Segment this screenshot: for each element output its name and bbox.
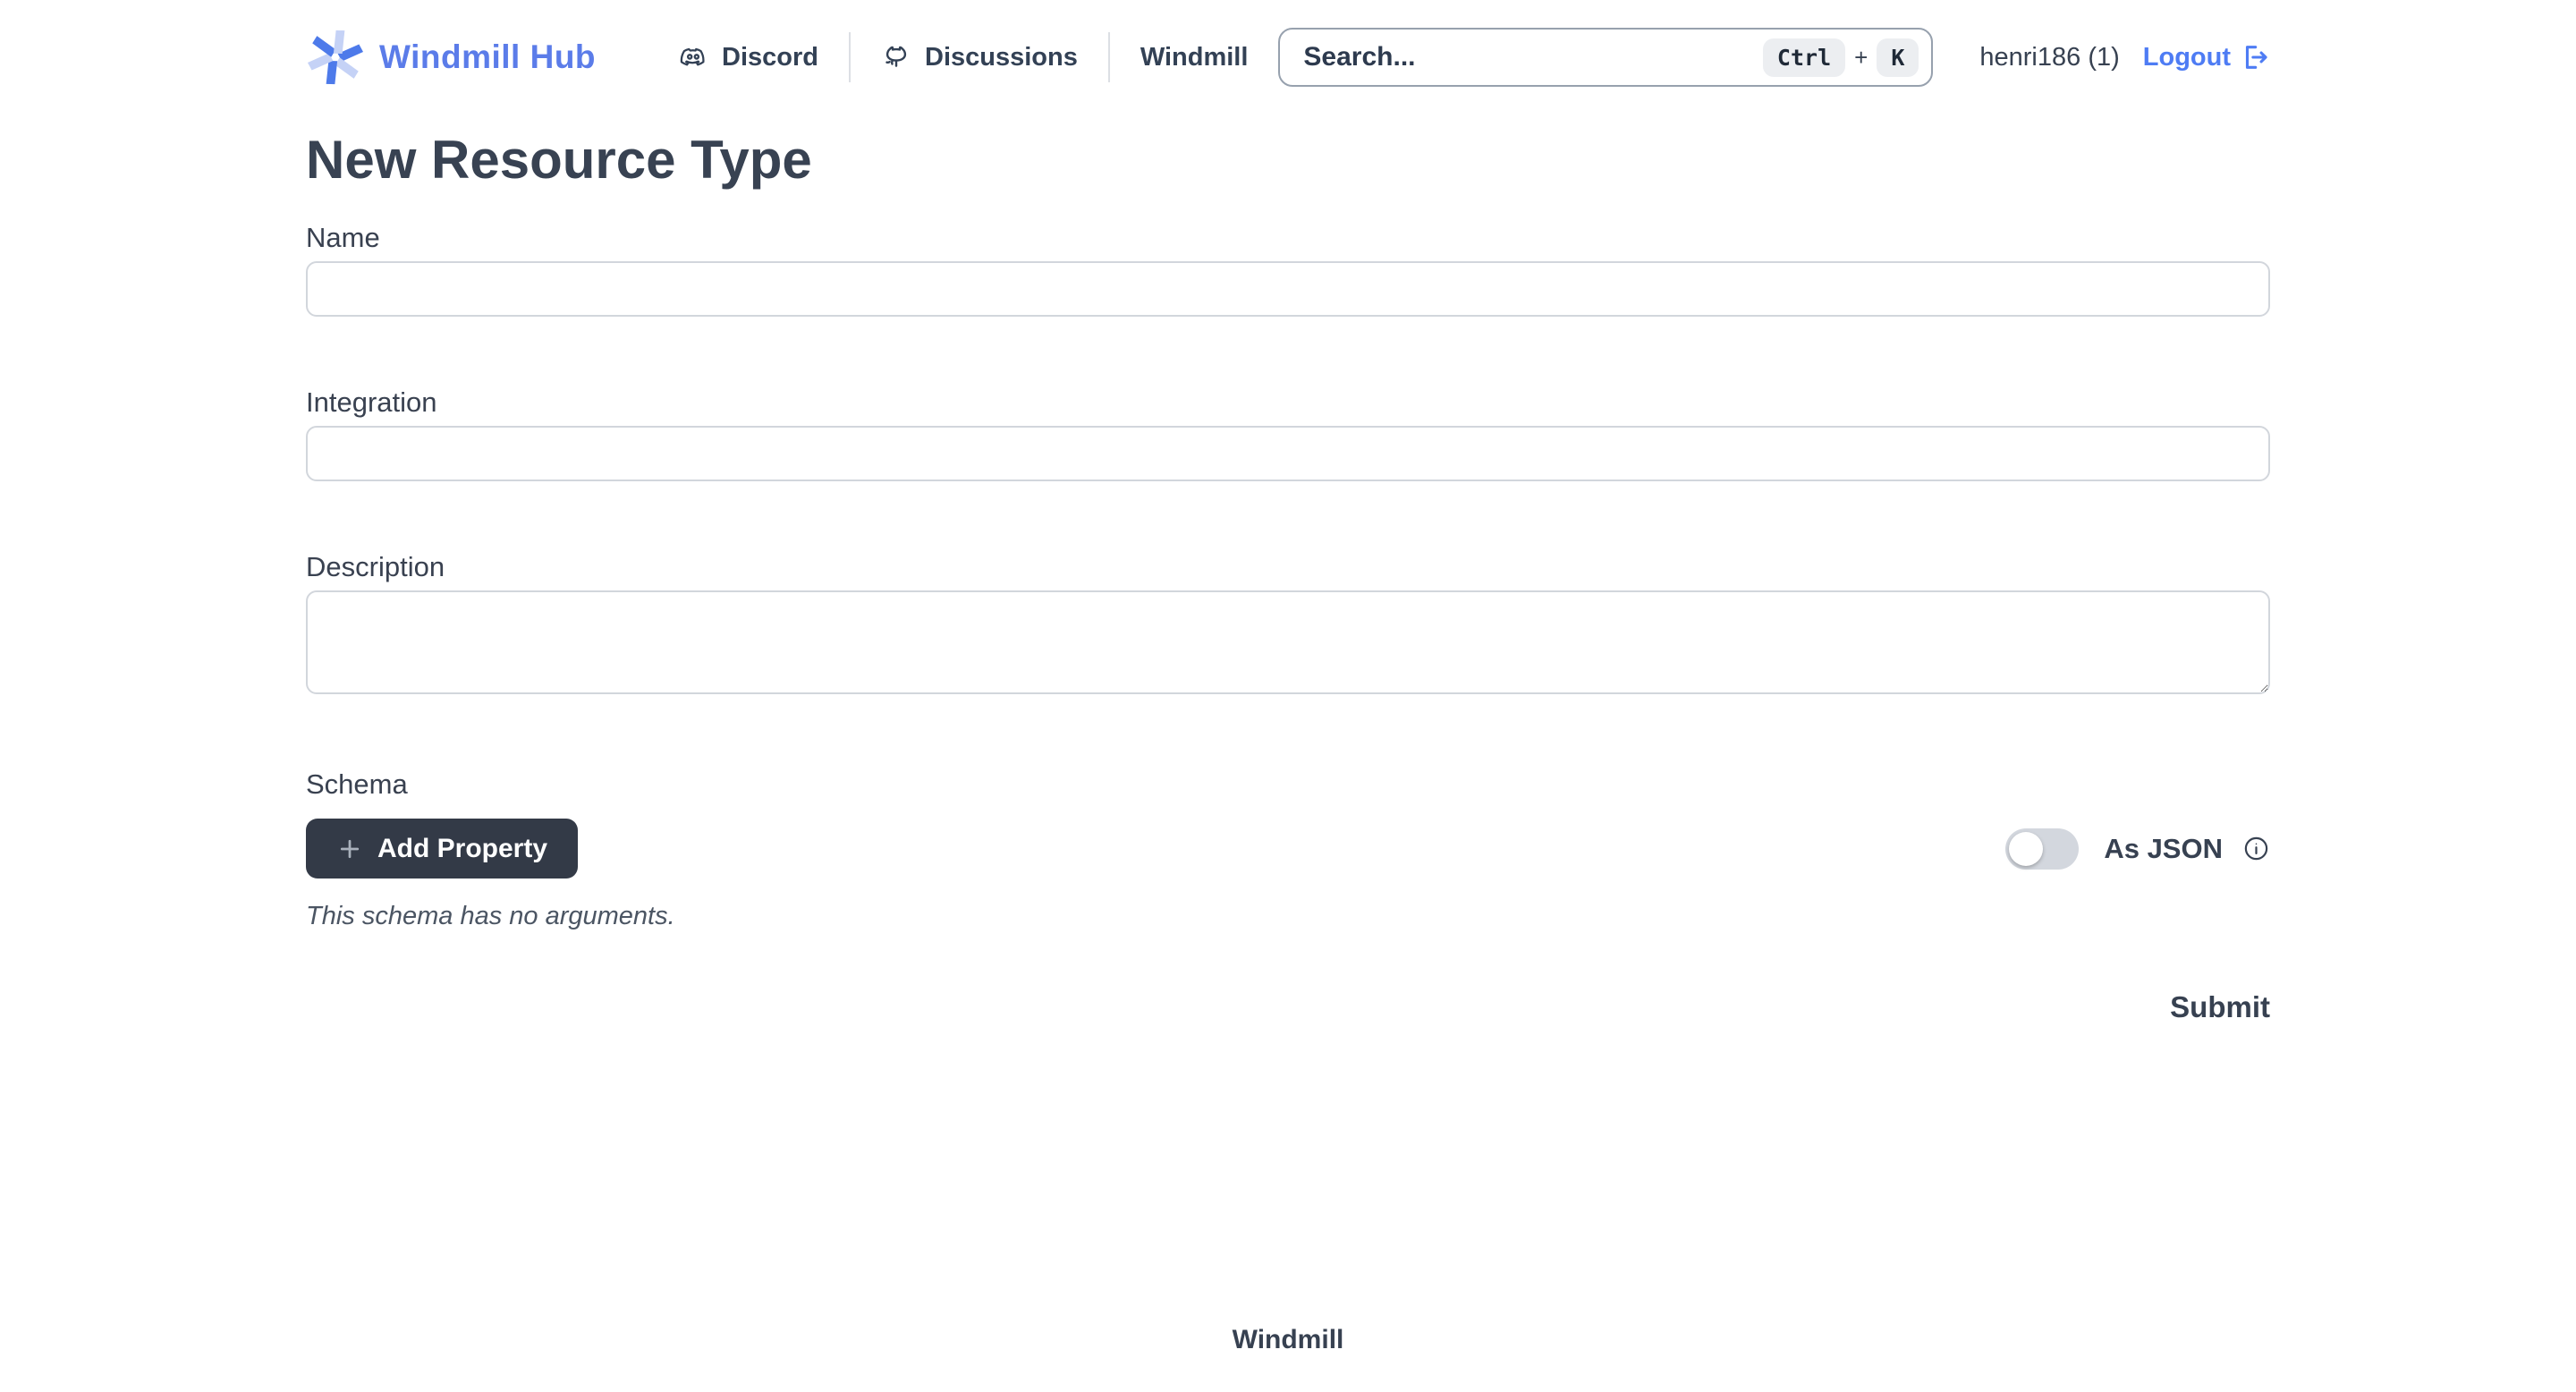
top-nav: Windmill Hub Discord Discussions bbox=[306, 27, 2270, 88]
nav-item-windmill[interactable]: Windmill bbox=[1108, 32, 1279, 82]
logout-label: Logout bbox=[2143, 43, 2231, 72]
add-property-label: Add Property bbox=[377, 834, 547, 864]
page-footer: Windmill bbox=[306, 1325, 2270, 1391]
integration-label: Integration bbox=[306, 386, 2270, 419]
search-box[interactable]: Ctrl + K bbox=[1278, 28, 1933, 87]
logout-icon bbox=[2240, 42, 2270, 72]
schema-section: Schema Add Property As JSON bbox=[306, 768, 2270, 931]
submit-button[interactable]: Submit bbox=[2170, 990, 2270, 1024]
main-content: New Resource Type Name Integration Descr… bbox=[306, 132, 2270, 1024]
nav-links: Discord Discussions Windmill bbox=[678, 32, 1278, 82]
as-json-toggle[interactable] bbox=[2005, 828, 2079, 870]
brand-title: Windmill Hub bbox=[379, 38, 596, 76]
description-textarea[interactable] bbox=[306, 590, 2270, 694]
nav-item-label: Windmill bbox=[1140, 43, 1249, 72]
name-field-group: Name bbox=[306, 222, 2270, 317]
submit-row: Submit bbox=[306, 990, 2270, 1024]
nav-item-discussions[interactable]: Discussions bbox=[849, 32, 1108, 82]
github-discussions-icon bbox=[881, 42, 911, 72]
footer-windmill-link[interactable]: Windmill bbox=[1233, 1325, 1344, 1354]
page-title: New Resource Type bbox=[306, 132, 2270, 188]
info-icon[interactable] bbox=[2242, 835, 2270, 862]
schema-label: Schema bbox=[306, 768, 2270, 801]
nav-item-label: Discussions bbox=[925, 43, 1078, 72]
as-json-group: As JSON bbox=[2005, 828, 2270, 870]
nav-item-discord[interactable]: Discord bbox=[678, 32, 849, 82]
kbd-k: K bbox=[1877, 38, 1919, 77]
user-area: henri186 (1) Logout bbox=[1979, 42, 2270, 72]
name-label: Name bbox=[306, 222, 2270, 254]
username[interactable]: henri186 (1) bbox=[1979, 43, 2119, 72]
kbd-ctrl: Ctrl bbox=[1763, 38, 1845, 77]
nav-item-label: Discord bbox=[722, 43, 818, 72]
add-property-button[interactable]: Add Property bbox=[306, 819, 578, 878]
windmill-logo-icon bbox=[306, 28, 365, 87]
discord-icon bbox=[678, 42, 708, 72]
description-label: Description bbox=[306, 551, 2270, 583]
toggle-knob bbox=[2009, 832, 2043, 866]
logout-link[interactable]: Logout bbox=[2143, 42, 2270, 72]
name-input[interactable] bbox=[306, 261, 2270, 317]
brand-link[interactable]: Windmill Hub bbox=[306, 28, 596, 87]
plus-icon bbox=[336, 836, 363, 862]
schema-empty-message: This schema has no arguments. bbox=[306, 902, 2270, 931]
search-input[interactable] bbox=[1301, 41, 1763, 73]
kbd-separator: + bbox=[1854, 44, 1868, 72]
as-json-label: As JSON bbox=[2104, 833, 2223, 865]
integration-field-group: Integration bbox=[306, 386, 2270, 481]
description-field-group: Description bbox=[306, 551, 2270, 699]
integration-input[interactable] bbox=[306, 426, 2270, 481]
